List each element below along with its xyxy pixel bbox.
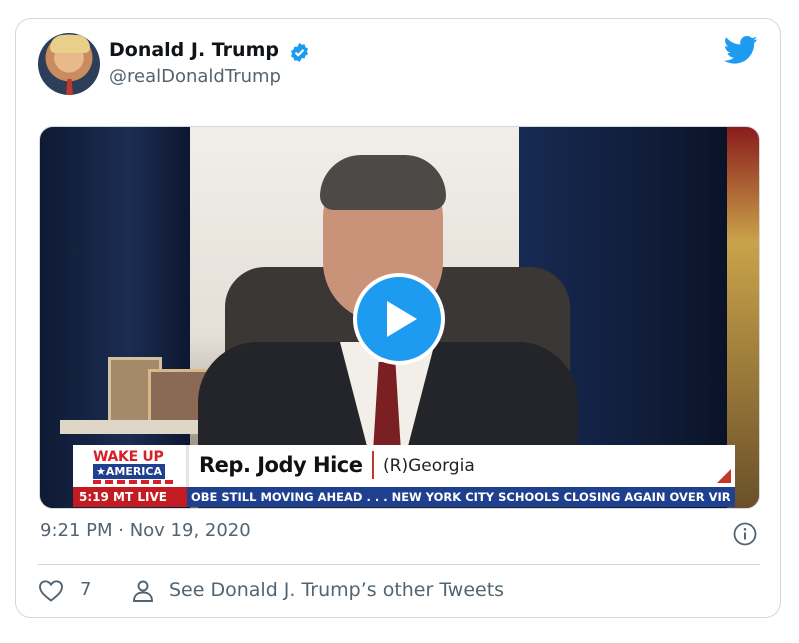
author-name[interactable]: Donald J. Trump <box>109 39 279 61</box>
verified-badge-icon <box>291 42 308 63</box>
guest-party: (R)Georgia <box>383 456 475 476</box>
news-ticker: 5:19 MT LIVE OBE STILL MOVING AHEAD . . … <box>73 487 735 507</box>
twitter-bird-icon[interactable] <box>724 35 758 65</box>
ticker-time: 5:19 MT LIVE <box>73 487 187 507</box>
avatar[interactable] <box>38 33 100 95</box>
show-logo-line1: WAKE UP <box>93 449 164 465</box>
guest-namebar: Rep. Jody Hice (R)Georgia <box>189 445 735 487</box>
author-handle[interactable]: @realDonaldTrump <box>109 66 281 87</box>
news-lower-third: WAKE UP ★AMERICA Rep. Jody Hice (R)Georg… <box>73 445 735 507</box>
show-logo-line2: ★AMERICA <box>93 464 165 479</box>
tweet-timestamp[interactable]: 9:21 PM · Nov 19, 2020 <box>40 520 251 541</box>
tweet-card: Donald J. Trump @realDonaldTrump WAKE UP… <box>15 18 781 618</box>
video-player[interactable]: WAKE UP ★AMERICA Rep. Jody Hice (R)Georg… <box>39 126 760 509</box>
show-logo: WAKE UP ★AMERICA <box>73 445 189 487</box>
info-icon[interactable] <box>733 522 757 546</box>
see-other-tweets-link[interactable]: See Donald J. Trump’s other Tweets <box>169 579 504 601</box>
like-count[interactable]: 7 <box>80 579 91 600</box>
person-icon <box>133 580 153 602</box>
ticker-text: OBE STILL MOVING AHEAD . . . NEW YORK CI… <box>191 490 731 504</box>
heart-icon[interactable] <box>38 579 64 603</box>
play-button[interactable] <box>353 273 445 365</box>
guest-name: Rep. Jody Hice <box>199 453 363 477</box>
play-icon <box>387 301 417 337</box>
divider <box>38 564 760 565</box>
